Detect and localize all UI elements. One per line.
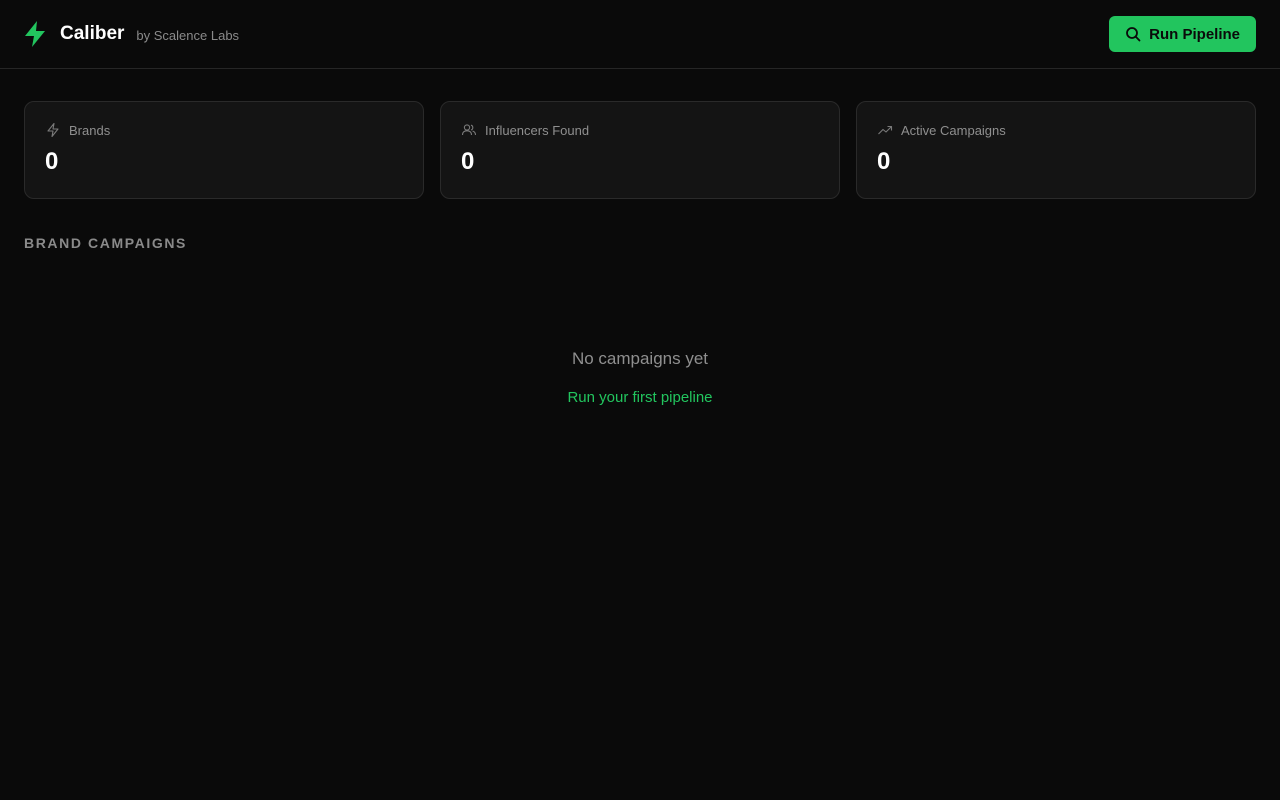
search-icon <box>1125 26 1141 42</box>
stat-card-influencers: Influencers Found 0 <box>440 101 840 199</box>
app-title: Caliber <box>60 23 125 44</box>
stat-card-brands: Brands 0 <box>24 101 424 199</box>
empty-state-message: No campaigns yet <box>571 349 709 368</box>
zap-outline-icon <box>45 122 61 138</box>
trending-up-icon <box>877 122 893 138</box>
brand: Caliber by Scalence Labs <box>24 21 239 47</box>
section-title: BRAND CAMPAIGNS <box>24 235 187 251</box>
app-header: Caliber by Scalence Labs Run Pipeline <box>0 0 1280 69</box>
stat-value: 0 <box>45 148 59 175</box>
stat-label: Brands <box>69 122 111 138</box>
stat-value: 0 <box>877 148 891 175</box>
stat-card-campaigns: Active Campaigns 0 <box>856 101 1256 199</box>
stat-value: 0 <box>461 148 475 175</box>
run-pipeline-label: Run Pipeline <box>1149 25 1240 43</box>
run-pipeline-button[interactable]: Run Pipeline <box>1109 16 1256 52</box>
stats-row: Brands 0 Influencers Found 0 Active Camp… <box>0 69 1280 199</box>
stat-label: Active Campaigns <box>901 122 1006 138</box>
users-icon <box>461 122 477 138</box>
lightning-bolt-icon <box>24 21 46 47</box>
empty-state: No campaigns yet Run your first pipeline <box>0 349 1280 407</box>
stat-label: Influencers Found <box>485 122 590 138</box>
app-subtitle: by Scalence Labs <box>136 27 240 43</box>
run-first-pipeline-link[interactable]: Run your first pipeline <box>567 389 712 406</box>
